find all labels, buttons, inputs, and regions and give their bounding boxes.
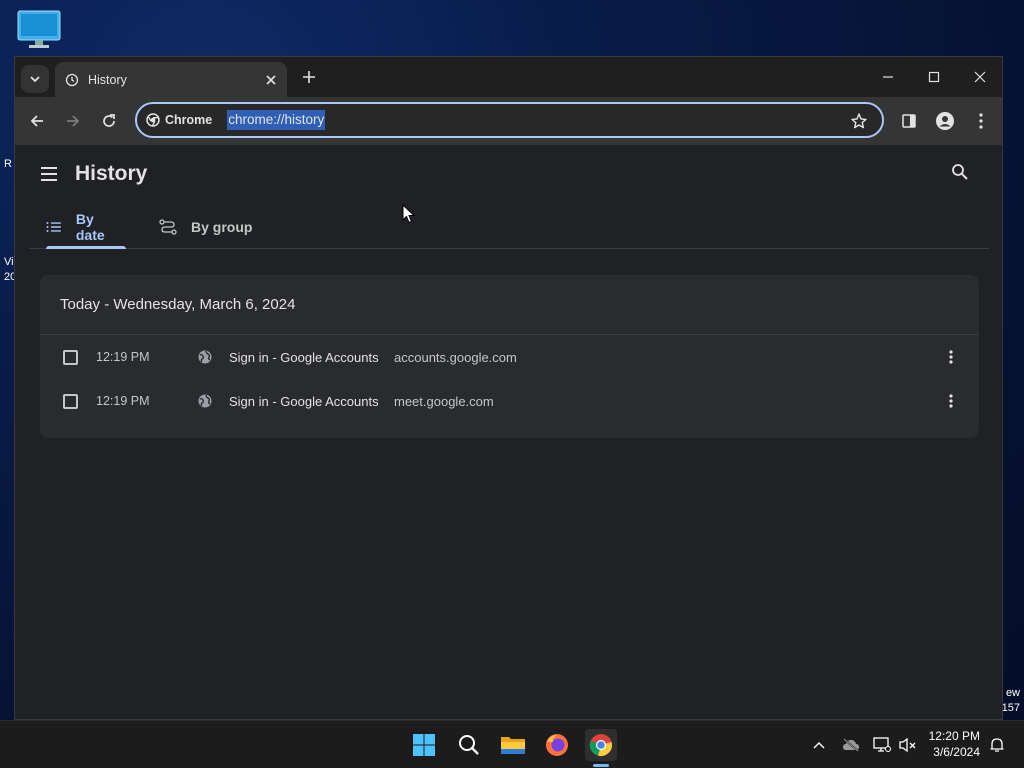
arrow-right-icon	[67, 115, 80, 127]
list-icon	[46, 222, 61, 232]
start-button[interactable]	[408, 729, 440, 761]
star-icon	[851, 113, 867, 129]
toolbar: Chrome chrome://history	[15, 97, 1002, 145]
tab-title: History	[88, 72, 127, 87]
tab-search-button[interactable]	[21, 65, 49, 93]
file-explorer-button[interactable]	[497, 729, 529, 761]
hamburger-icon	[41, 167, 57, 181]
volume-tray-button[interactable]	[898, 735, 918, 755]
address-bar[interactable]: Chrome chrome://history	[135, 102, 884, 138]
history-entry[interactable]: 12:19 PM Sign in - Google Accounts meet.…	[40, 379, 979, 423]
cloud-offline-icon	[843, 738, 859, 752]
show-hidden-icons-button[interactable]	[809, 735, 829, 755]
bookmark-star-button[interactable]	[850, 112, 868, 130]
firefox-icon	[546, 734, 568, 756]
kebab-menu-icon	[979, 113, 983, 129]
taskbar: 12:20 PM 3/6/2024	[0, 720, 1024, 768]
chevron-up-icon	[813, 742, 825, 749]
tab-history[interactable]: History	[55, 62, 287, 97]
profile-button[interactable]	[933, 109, 957, 133]
selected-tab-indicator	[46, 246, 126, 249]
taskbar-clock[interactable]: 12:20 PM 3/6/2024	[926, 728, 980, 760]
entry-domain: accounts.google.com	[394, 349, 517, 365]
clock-time: 12:20 PM	[928, 729, 980, 743]
volume-muted-icon	[899, 737, 916, 753]
windows-start-icon	[413, 734, 435, 756]
plus-icon	[303, 71, 315, 83]
entry-actions-button[interactable]	[943, 391, 959, 411]
desktop-label-fragment: ew	[1005, 687, 1020, 699]
chrome-icon	[589, 734, 612, 756]
page-title: History	[75, 162, 148, 185]
file-explorer-icon	[501, 737, 525, 754]
history-page: History By date By group Today - Wednesd…	[15, 145, 1002, 719]
desktop-label-fragment: R	[4, 158, 12, 170]
forward-button[interactable]	[61, 109, 85, 133]
close-tab-icon[interactable]	[265, 74, 277, 86]
kebab-menu-icon	[949, 350, 953, 364]
back-button[interactable]	[25, 109, 49, 133]
onedrive-tray-button[interactable]	[841, 735, 861, 755]
arrow-left-icon	[30, 115, 43, 127]
chip-label: Chrome	[165, 113, 213, 127]
tab-label: By date	[75, 211, 105, 243]
this-pc-desktop-icon[interactable]	[17, 10, 61, 50]
search-icon	[952, 164, 968, 180]
journeys-icon	[159, 219, 177, 235]
chevron-down-icon	[30, 76, 40, 83]
entry-title-link[interactable]: Sign in - Google Accounts	[229, 350, 379, 365]
close-icon	[974, 71, 986, 83]
search-history-button[interactable]	[951, 163, 971, 183]
entry-domain: meet.google.com	[394, 393, 494, 409]
notifications-button[interactable]	[987, 735, 1007, 755]
close-window-button[interactable]	[965, 65, 995, 89]
entry-checkbox[interactable]	[63, 349, 78, 365]
network-tray-button[interactable]	[872, 735, 892, 755]
clock-date: 3/6/2024	[933, 745, 980, 759]
tab-label: By group	[191, 219, 253, 235]
menu-button[interactable]	[969, 109, 993, 133]
tab-by-date[interactable]: By date	[46, 205, 126, 249]
title-bar: History	[15, 57, 1002, 97]
mouse-cursor-icon	[402, 204, 416, 224]
new-tab-button[interactable]	[299, 67, 319, 87]
entry-checkbox[interactable]	[63, 393, 78, 409]
reload-icon	[103, 114, 115, 127]
bell-icon	[990, 738, 1004, 752]
history-day-card: Today - Wednesday, March 6, 2024 12:19 P…	[40, 275, 979, 438]
firefox-button[interactable]	[541, 729, 573, 761]
history-tabs: By date By group	[29, 205, 989, 249]
browser-window: History Chrome chrome://history History …	[14, 56, 1003, 720]
minimize-icon	[883, 76, 893, 78]
entry-title-link[interactable]: Sign in - Google Accounts	[229, 394, 379, 409]
side-panel-icon	[902, 114, 916, 128]
desktop-label-fragment: Vi	[4, 256, 14, 268]
maximize-icon	[928, 71, 940, 83]
entry-actions-button[interactable]	[943, 347, 959, 367]
search-icon	[459, 735, 479, 755]
network-icon	[873, 737, 891, 752]
taskbar-search-button[interactable]	[453, 729, 485, 761]
history-icon	[65, 73, 79, 86]
entry-time: 12:19 PM	[96, 350, 150, 364]
main-menu-button[interactable]	[39, 164, 59, 184]
side-panel-button[interactable]	[897, 109, 921, 133]
kebab-menu-icon	[949, 394, 953, 408]
chrome-logo-icon	[146, 113, 160, 127]
minimize-button[interactable]	[873, 65, 903, 89]
desktop-label-fragment: 157	[1001, 702, 1020, 714]
history-entry[interactable]: 12:19 PM Sign in - Google Accounts accou…	[40, 335, 979, 379]
globe-icon	[198, 394, 212, 408]
url-text[interactable]: chrome://history	[227, 110, 326, 130]
active-app-indicator	[593, 764, 609, 767]
profile-avatar-icon	[936, 112, 954, 130]
chrome-taskbar-button[interactable]	[585, 729, 617, 761]
entry-time: 12:19 PM	[96, 394, 150, 408]
reload-button[interactable]	[97, 109, 121, 133]
maximize-button[interactable]	[919, 65, 949, 89]
globe-icon	[198, 350, 212, 364]
day-header: Today - Wednesday, March 6, 2024	[40, 275, 979, 335]
site-info-chip[interactable]: Chrome	[146, 113, 212, 127]
tab-by-group[interactable]: By group	[159, 205, 252, 249]
